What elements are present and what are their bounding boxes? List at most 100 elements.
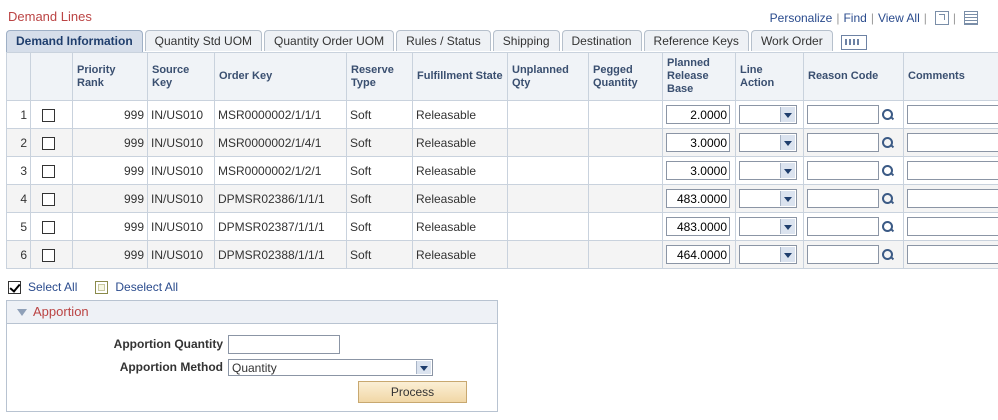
dropdown-arrow-icon[interactable]	[780, 107, 795, 122]
lookup-icon[interactable]	[881, 108, 894, 121]
line-action-cell	[735, 212, 804, 241]
personalize-link[interactable]: Personalize	[770, 11, 833, 25]
source-key-header[interactable]: Source Key	[147, 52, 215, 101]
tab-work-order[interactable]: Work Order	[750, 30, 833, 51]
lookup-icon[interactable]	[881, 136, 894, 149]
source-key-cell: IN/US010	[147, 184, 215, 213]
lookup-icon[interactable]	[881, 164, 894, 177]
dropdown-arrow-icon[interactable]	[780, 191, 795, 206]
comments-input[interactable]	[907, 161, 998, 180]
dropdown-arrow-icon[interactable]	[780, 163, 795, 178]
line-action-cell	[735, 240, 804, 269]
spreadsheet-icon[interactable]	[964, 11, 978, 25]
reason-code-header[interactable]: Reason Code	[803, 52, 904, 101]
tab-shipping[interactable]: Shipping	[492, 30, 560, 51]
fulfillment-state-cell: Releasable	[412, 184, 508, 213]
process-button[interactable]: Process	[358, 381, 467, 403]
line-action-select[interactable]	[739, 245, 797, 264]
order-key-header[interactable]: Order Key	[214, 52, 347, 101]
nav-separator: |	[870, 11, 874, 25]
row-select-cell	[30, 212, 73, 241]
reserve-type-header[interactable]: Reserve Type	[346, 52, 413, 101]
pegged-quantity-cell	[588, 128, 663, 157]
row-checkbox[interactable]	[42, 136, 55, 150]
row-checkbox[interactable]	[42, 220, 55, 234]
select-all-icon[interactable]	[8, 280, 21, 294]
comments-input[interactable]	[907, 105, 998, 124]
planned-release-input[interactable]	[666, 105, 730, 124]
deselect-all-link[interactable]: Deselect All	[115, 280, 178, 294]
apportion-quantity-input[interactable]	[228, 335, 340, 354]
table-row: 1 999 IN/US010 MSR0000002/1/1/1 Soft Releasab…	[6, 100, 998, 129]
table-row: 6 999 IN/US010 DPMSR02388/1/1/1 Soft Releasab…	[6, 240, 998, 269]
comments-input[interactable]	[907, 189, 998, 208]
tab-destination[interactable]: Destination	[561, 30, 642, 51]
fulfillment-state-cell: Releasable	[412, 212, 508, 241]
tab-rules-status[interactable]: Rules / Status	[396, 30, 491, 51]
pegged-quantity-cell	[588, 156, 663, 185]
tab-quantity-std-uom[interactable]: Quantity Std UOM	[144, 30, 263, 51]
reason-code-cell	[803, 212, 904, 241]
line-action-header[interactable]: Line Action	[735, 52, 804, 101]
comments-input[interactable]	[907, 217, 998, 236]
planned-release-input[interactable]	[666, 161, 730, 180]
reason-code-cell	[803, 100, 904, 129]
dropdown-arrow-icon[interactable]	[780, 135, 795, 150]
reserve-type-cell: Soft	[346, 100, 413, 129]
line-action-cell	[735, 128, 804, 157]
dropdown-arrow-icon[interactable]	[780, 219, 795, 234]
planned-release-input[interactable]	[666, 245, 730, 264]
lookup-icon[interactable]	[881, 248, 894, 261]
planned-release-input[interactable]	[666, 189, 730, 208]
line-action-select[interactable]	[739, 189, 797, 208]
dropdown-arrow-icon[interactable]	[780, 247, 795, 262]
fulfillment-state-header[interactable]: Fulfillment State	[412, 52, 508, 101]
tab-reference-keys[interactable]: Reference Keys	[643, 30, 749, 51]
comments-header[interactable]: Comments	[903, 52, 998, 101]
reason-code-input[interactable]	[807, 133, 879, 152]
reason-code-input[interactable]	[807, 217, 879, 236]
deselect-all-icon[interactable]	[95, 280, 109, 294]
select-all-link[interactable]: Select All	[28, 280, 77, 294]
row-checkbox[interactable]	[42, 108, 55, 122]
apportion-method-select[interactable]: Quantity	[228, 359, 433, 376]
apportion-header[interactable]: Apportion	[7, 301, 497, 324]
planned-release-input[interactable]	[666, 133, 730, 152]
table-row: 5 999 IN/US010 DPMSR02387/1/1/1 Soft Releasab…	[6, 212, 998, 241]
line-action-select[interactable]	[739, 105, 797, 124]
view-all-link[interactable]: View All	[878, 11, 920, 25]
row-checkbox[interactable]	[42, 248, 55, 262]
reason-code-input[interactable]	[807, 161, 879, 180]
priority-rank-cell: 999	[72, 156, 148, 185]
collapse-triangle-icon[interactable]	[17, 309, 27, 316]
priority-rank-cell: 999	[72, 184, 148, 213]
line-action-select[interactable]	[739, 133, 797, 152]
source-key-cell: IN/US010	[147, 156, 215, 185]
unplanned-qty-cell	[507, 128, 589, 157]
lookup-icon[interactable]	[881, 220, 894, 233]
line-action-select[interactable]	[739, 161, 797, 180]
comments-cell	[903, 100, 998, 129]
planned-release-base-header[interactable]: Planned Release Base	[662, 52, 736, 101]
line-action-select[interactable]	[739, 217, 797, 236]
reason-code-input[interactable]	[807, 105, 879, 124]
comments-input[interactable]	[907, 245, 998, 264]
row-checkbox[interactable]	[42, 164, 55, 178]
row-checkbox[interactable]	[42, 192, 55, 206]
comments-input[interactable]	[907, 133, 998, 152]
unplanned-qty-header[interactable]: Unplanned Qty	[507, 52, 589, 101]
reason-code-input[interactable]	[807, 189, 879, 208]
grid-nav: Personalize | Find | View All | |	[770, 11, 978, 25]
lookup-icon[interactable]	[881, 192, 894, 205]
dropdown-arrow-icon[interactable]	[416, 361, 431, 374]
new-window-icon[interactable]	[934, 11, 949, 25]
pegged-quantity-header[interactable]: Pegged Quantity	[588, 52, 663, 101]
find-link[interactable]: Find	[843, 11, 866, 25]
tab-quantity-order-uom[interactable]: Quantity Order UOM	[264, 30, 395, 51]
show-all-columns-icon[interactable]	[840, 35, 867, 50]
planned-release-input[interactable]	[666, 217, 730, 236]
apportion-quantity-label: Apportion Quantity	[113, 337, 223, 351]
tab-demand-information[interactable]: Demand Information	[6, 30, 143, 53]
priority-rank-header[interactable]: Priority Rank	[72, 52, 148, 101]
reason-code-input[interactable]	[807, 245, 879, 264]
